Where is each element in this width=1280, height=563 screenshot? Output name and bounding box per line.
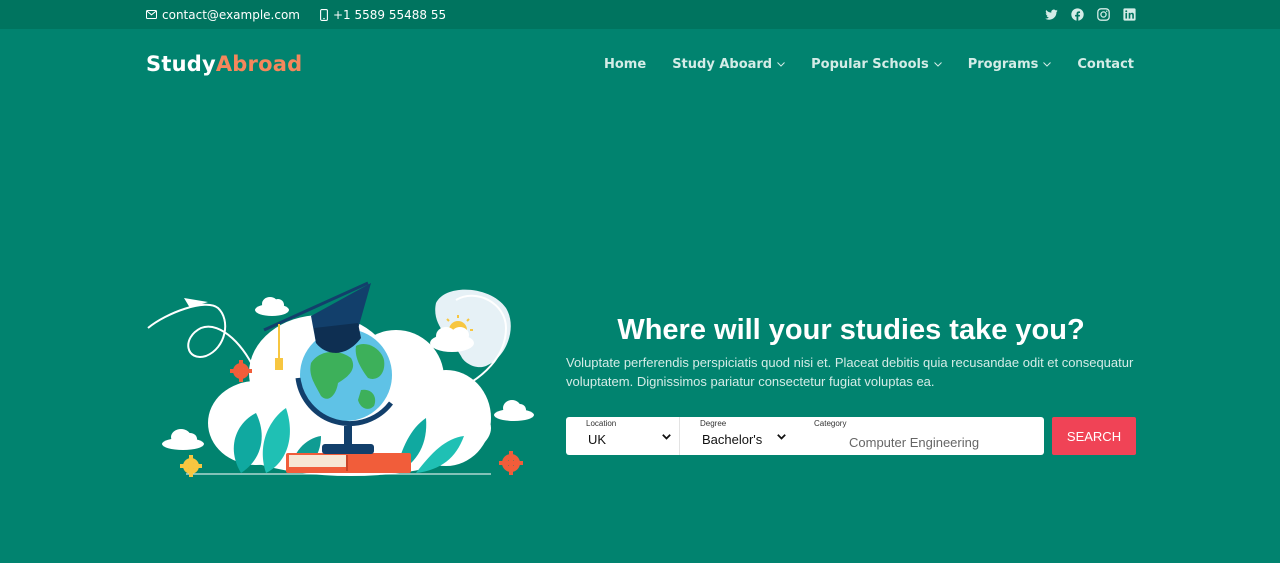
category-value[interactable]: Computer Engineering: [849, 435, 979, 450]
nav-label-contact: Contact: [1077, 56, 1134, 72]
hero-title: Where will your studies take you?: [617, 314, 1085, 346]
nav-programs[interactable]: Programs: [968, 57, 1052, 72]
facebook-icon[interactable]: [1071, 8, 1084, 21]
location-value: UK: [588, 432, 607, 447]
location-select[interactable]: Location UK: [566, 417, 680, 455]
location-label: Location: [586, 419, 617, 428]
cloud-small-right: [494, 400, 534, 421]
degree-value: Bachelor's: [702, 432, 763, 447]
chevron-down-icon: [777, 62, 785, 67]
hero-illustration: [147, 281, 534, 477]
books-icon: [286, 453, 411, 473]
envelope-icon: [146, 10, 157, 19]
phone-text[interactable]: +1 5589 55488 55: [333, 8, 446, 22]
degree-label: Degree: [700, 419, 727, 428]
twitter-icon[interactable]: [1045, 8, 1058, 21]
cloud-small-left: [162, 429, 204, 450]
nav-label-programs: Programs: [967, 56, 1039, 72]
category-field[interactable]: Category Computer Engineering: [794, 417, 1044, 455]
contact-info: contact@example.com +1 5589 55488 55: [146, 8, 446, 22]
search-button[interactable]: SEARCH: [1052, 417, 1136, 455]
search-form: Location UK Degree Bachelor's Category C…: [566, 417, 1044, 455]
gear-icon-orange-left: [230, 360, 252, 382]
chevron-down-icon: [777, 434, 786, 440]
cloud-small-top: [255, 297, 289, 316]
site-logo[interactable]: StudyAbroad: [146, 52, 302, 76]
category-label: Category: [814, 419, 847, 428]
phone-icon: [320, 8, 328, 21]
logo-part-study: Study: [146, 52, 216, 76]
chevron-down-icon: [662, 434, 671, 440]
gear-icon-orange-right: [499, 451, 523, 475]
instagram-icon[interactable]: [1097, 8, 1110, 21]
nav-label-popular-schools: Popular Schools: [811, 56, 929, 72]
phone-contact[interactable]: +1 5589 55488 55: [320, 8, 446, 22]
site-header: StudyAbroad Home Study Aboard Popular Sc…: [146, 44, 1136, 84]
chevron-down-icon: [933, 62, 942, 67]
main-nav: Home Study Aboard Popular Schools Progra…: [604, 57, 1134, 72]
top-bar: contact@example.com +1 5589 55488 55: [0, 0, 1280, 29]
email-text[interactable]: contact@example.com: [162, 8, 300, 22]
cloud-small-sun: [430, 327, 474, 352]
degree-select[interactable]: Degree Bachelor's: [680, 417, 794, 455]
nav-popular-schools[interactable]: Popular Schools: [811, 57, 942, 72]
email-contact[interactable]: contact@example.com: [146, 8, 300, 22]
nav-label-home: Home: [604, 56, 647, 72]
top-bar-inner: contact@example.com +1 5589 55488 55: [146, 0, 1136, 29]
nav-home[interactable]: Home: [604, 57, 646, 72]
linkedin-icon[interactable]: [1123, 8, 1136, 21]
nav-contact[interactable]: Contact: [1077, 57, 1134, 72]
nav-study-aboard[interactable]: Study Aboard: [672, 57, 785, 72]
hero-description: Voluptate perferendis perspiciatis quod …: [566, 355, 1134, 389]
logo-part-abroad: Abroad: [215, 52, 303, 76]
social-links: [1045, 8, 1136, 21]
chevron-down-icon: [1043, 62, 1052, 67]
nav-label-study-aboard: Study Aboard: [672, 56, 773, 72]
